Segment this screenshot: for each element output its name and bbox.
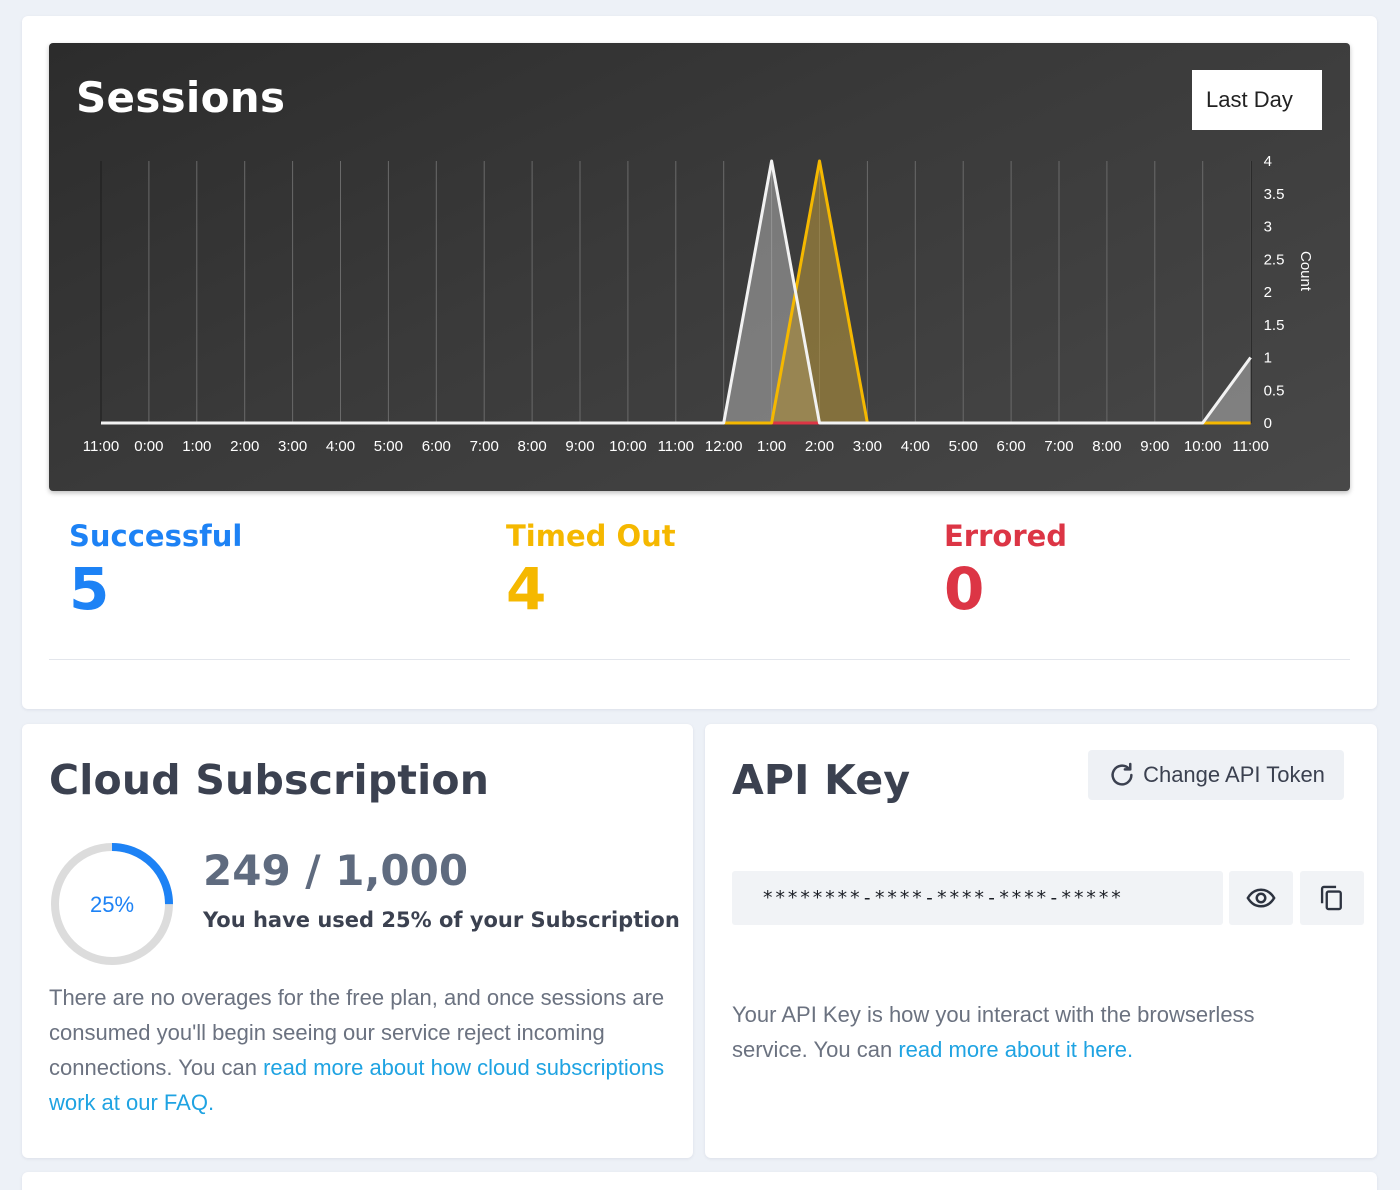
stat-timed-out: Timed Out 4 (506, 519, 676, 623)
api-docs-link[interactable]: read more about it here. (898, 1037, 1133, 1062)
next-card (22, 1172, 1377, 1190)
stat-successful-label: Successful (69, 519, 243, 553)
x-tick-label: 11:00 (83, 438, 119, 455)
sessions-card: 11:00 0:00 1:00 2:00 3:00 4:00 5:00 6:00 7:00 8:0… (22, 16, 1377, 709)
x-tick-label: 7:00 (470, 438, 499, 455)
usage-note: You have used 25% of your Subscription (203, 908, 680, 932)
x-tick-label: 4:00 (326, 438, 355, 455)
x-tick-label: 2:00 (805, 438, 834, 455)
copy-key-button[interactable] (1300, 871, 1364, 925)
usage-ring-label: 25% (90, 892, 134, 917)
y-tick-label: 4 (1264, 153, 1272, 170)
api-key-title: API Key (732, 756, 911, 804)
y-tick-label: 1.5 (1264, 317, 1285, 334)
stat-timed-out-label: Timed Out (506, 519, 676, 553)
stat-successful: Successful 5 (69, 519, 242, 623)
x-tick-label: 8:00 (1092, 438, 1121, 455)
x-tick-label: 10:00 (609, 438, 647, 455)
refresh-icon (1111, 762, 1133, 786)
x-tick-label: 5:00 (949, 438, 978, 455)
x-tick-label: 3:00 (278, 438, 307, 455)
x-tick-label: 8:00 (517, 438, 546, 455)
x-tick-label: 10:00 (1184, 438, 1222, 455)
range-select[interactable]: Last Day (1192, 70, 1322, 130)
reveal-key-button[interactable] (1229, 871, 1293, 925)
api-key-field[interactable]: ********-****-****-****-***** (732, 871, 1223, 925)
stats-divider (49, 659, 1350, 660)
change-api-token-label: Change API Token (1143, 762, 1325, 787)
y-axis-label: Count (1297, 251, 1314, 292)
x-tick-label: 9:00 (565, 438, 594, 455)
x-tick-label: 4:00 (901, 438, 930, 455)
stat-errored-label: Errored (944, 519, 1068, 553)
x-tick-label: 12:00 (705, 438, 743, 455)
y-tick-label: 0.5 (1264, 382, 1285, 399)
x-tick-label: 6:00 (996, 438, 1025, 455)
copy-icon (1320, 885, 1342, 911)
usage-ring: 25% (51, 843, 173, 965)
y-tick-label: 3.5 (1264, 186, 1285, 203)
y-tick-label: 1 (1264, 350, 1272, 367)
stat-errored: Errored 0 (944, 519, 1067, 623)
change-api-token-button[interactable]: Change API Token (1088, 750, 1344, 800)
subscription-title: Cloud Subscription (49, 756, 490, 804)
stat-errored-value: 0 (944, 555, 985, 623)
x-tick-label: 11:00 (658, 438, 694, 455)
x-tick-label: 2:00 (230, 438, 259, 455)
x-tick-label: 7:00 (1044, 438, 1073, 455)
eye-icon (1246, 888, 1276, 908)
api-key-card: API Key Change API Token ********-****-*… (705, 724, 1377, 1158)
api-key-description: Your API Key is how you interact with th… (732, 997, 1332, 1067)
x-tick-label: 1:00 (182, 438, 211, 455)
y-tick-label: 2.5 (1264, 251, 1285, 268)
stat-timed-out-value: 4 (506, 555, 547, 623)
usage-count: 249 / 1,000 (203, 846, 469, 895)
x-tick-label: 0:00 (134, 438, 163, 455)
x-tick-label: 11:00 (1232, 438, 1268, 455)
y-tick-label: 2 (1264, 284, 1272, 301)
x-tick-label: 5:00 (374, 438, 403, 455)
stat-successful-value: 5 (69, 555, 110, 623)
y-tick-label: 0 (1264, 415, 1272, 432)
sessions-chart-panel: 11:00 0:00 1:00 2:00 3:00 4:00 5:00 6:00 7:00 8:0… (49, 43, 1350, 491)
subscription-description: There are no overages for the free plan,… (49, 980, 674, 1120)
subscription-card: Cloud Subscription 25% 249 / 1,000 You h… (22, 724, 693, 1158)
x-tick-label: 6:00 (422, 438, 451, 455)
x-tick-label: 9:00 (1140, 438, 1169, 455)
y-tick-label: 3 (1264, 219, 1272, 236)
x-tick-label: 1:00 (757, 438, 786, 455)
chart-title: Sessions (76, 73, 286, 122)
x-tick-label: 3:00 (853, 438, 882, 455)
